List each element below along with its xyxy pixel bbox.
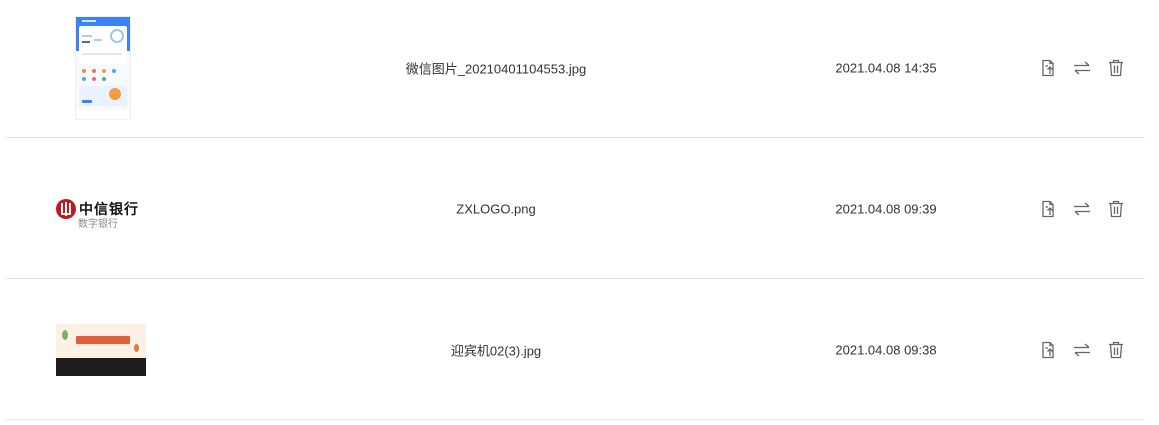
welcome-banner-image xyxy=(56,323,146,376)
file-thumbnail[interactable]: 中信银行 数字银行 xyxy=(56,198,139,230)
file-thumbnail[interactable] xyxy=(56,323,146,376)
trash-icon[interactable] xyxy=(1106,58,1126,78)
file-timestamp: 2021.04.08 09:38 xyxy=(835,342,937,357)
file-export-icon[interactable] xyxy=(1038,58,1058,78)
file-row: 微信图片_20210401104553.jpg 2021.04.08 14:35 xyxy=(6,0,1145,138)
swap-arrows-icon[interactable] xyxy=(1072,340,1092,360)
bank-logo-image: 中信银行 数字银行 xyxy=(56,198,139,230)
trash-icon[interactable] xyxy=(1106,340,1126,360)
file-name: ZXLOGO.png xyxy=(456,201,536,216)
row-actions xyxy=(1038,340,1126,360)
file-name: 迎宾机02(3).jpg xyxy=(450,343,542,358)
swap-arrows-icon[interactable] xyxy=(1072,199,1092,219)
file-timestamp: 2021.04.08 09:39 xyxy=(835,201,937,216)
trash-icon[interactable] xyxy=(1106,199,1126,219)
file-export-icon[interactable] xyxy=(1038,340,1058,360)
phone-screenshot-image xyxy=(76,16,130,119)
file-row: 中信银行 数字银行 ZXLOGO.png 2021.04.08 09:39 xyxy=(6,139,1145,279)
row-actions xyxy=(1038,199,1126,219)
file-timestamp: 2021.04.08 14:35 xyxy=(835,60,937,75)
swap-arrows-icon[interactable] xyxy=(1072,58,1092,78)
row-actions xyxy=(1038,58,1126,78)
file-row: 迎宾机02(3).jpg 2021.04.08 09:38 xyxy=(6,280,1145,420)
logo-watermark: 数字银行 xyxy=(78,218,118,230)
file-list: 微信图片_20210401104553.jpg 2021.04.08 14:35 xyxy=(0,0,1159,425)
file-export-icon[interactable] xyxy=(1038,199,1058,219)
bank-emblem-icon xyxy=(56,198,76,219)
file-name: 微信图片_20210401104553.jpg xyxy=(405,61,587,76)
file-thumbnail[interactable] xyxy=(56,16,130,119)
